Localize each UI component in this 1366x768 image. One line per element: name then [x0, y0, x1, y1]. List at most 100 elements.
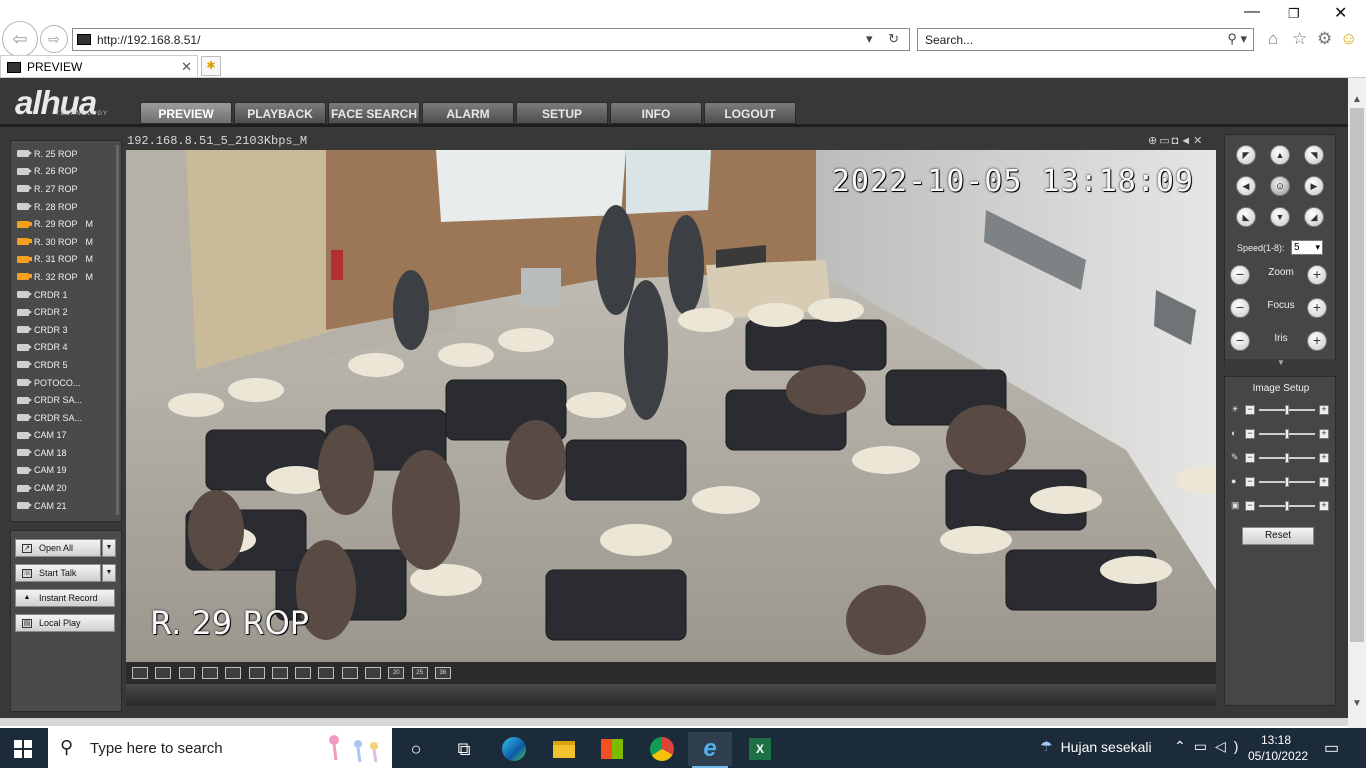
slider-track[interactable] — [1259, 405, 1315, 415]
increase-button[interactable]: + — [1319, 477, 1329, 487]
menu-logout[interactable]: LOGOUT — [704, 102, 796, 124]
zoom-in-icon[interactable]: ⊕ — [1148, 135, 1159, 147]
scroll-up-icon[interactable]: ▲ — [1352, 94, 1362, 105]
layout-16-button[interactable]: 16 — [365, 667, 381, 679]
cortana-icon[interactable]: ○ — [394, 732, 438, 766]
camera-item[interactable]: CRDR 3 — [11, 321, 121, 339]
camera-item[interactable]: POTOCO... — [11, 374, 121, 392]
decrease-button[interactable]: − — [1245, 501, 1255, 511]
camera-item[interactable]: R. 26 ROP — [11, 163, 121, 181]
layout-wide-button[interactable]: wide — [201, 667, 218, 679]
layout-8-button[interactable]: 8 — [295, 667, 312, 679]
chrome-icon[interactable] — [640, 732, 684, 766]
minimize-icon[interactable]: — — [1244, 3, 1260, 21]
notification-center-icon[interactable]: ▭ — [1324, 738, 1339, 758]
layout-1x1-button[interactable]: 1x1 — [132, 667, 148, 679]
open-all-button[interactable]: ↗ Open All — [15, 539, 101, 557]
forward-button[interactable]: ⇨ — [40, 25, 68, 53]
menu-face-search[interactable]: FACE SEARCH — [328, 102, 420, 124]
camera-item[interactable]: R. 30 ROP M — [11, 233, 121, 251]
decrease-button[interactable]: − — [1245, 477, 1255, 487]
open-all-dropdown[interactable]: ▼ — [102, 539, 116, 557]
ptz-down-right-button[interactable]: ◢ — [1304, 207, 1324, 227]
slider-track[interactable] — [1259, 453, 1315, 463]
live-video-window[interactable]: 2022-10-05 13:18:09 R. 29 ROP — [126, 150, 1216, 662]
restore-icon[interactable]: ❐ — [1288, 6, 1300, 22]
increase-button[interactable]: + — [1319, 501, 1329, 511]
layout-2x2-button[interactable]: 2x2 — [155, 667, 172, 679]
scroll-down-icon[interactable]: ▼ — [1352, 698, 1362, 709]
increase-button[interactable]: + — [1319, 453, 1329, 463]
favorites-star-icon[interactable]: ☆ — [1292, 29, 1307, 49]
camera-item[interactable]: CAM 18 — [11, 444, 121, 462]
zoom-in-button[interactable]: + — [1307, 265, 1327, 285]
camera-list-scrollbar[interactable] — [116, 145, 119, 515]
menu-playback[interactable]: PLAYBACK — [234, 102, 326, 124]
menu-preview[interactable]: PREVIEW — [140, 102, 232, 124]
browser-tab[interactable]: PREVIEW ✕ — [0, 55, 198, 78]
increase-button[interactable]: + — [1319, 429, 1329, 439]
slider-knob[interactable] — [1285, 477, 1289, 487]
iris-close-button[interactable]: − — [1230, 331, 1250, 351]
record-icon[interactable]: ◘ — [1172, 135, 1181, 147]
camera-item[interactable]: R. 28 ROP — [11, 198, 121, 216]
taskbar-search-box[interactable]: ⚲ Type here to search — [48, 728, 392, 768]
menu-info[interactable]: INFO — [610, 102, 702, 124]
slider-knob[interactable] — [1285, 405, 1289, 415]
excel-icon[interactable]: X — [738, 732, 782, 766]
camera-item[interactable]: R. 25 ROP — [11, 145, 121, 163]
decrease-button[interactable]: − — [1245, 453, 1255, 463]
network-icon[interactable]: ▭ — [1194, 738, 1215, 754]
camera-item[interactable]: R. 32 ROP M — [11, 268, 121, 286]
taskbar-clock[interactable]: 13:18 05/10/2022 — [1248, 732, 1308, 764]
scrollbar-thumb[interactable] — [1350, 108, 1364, 642]
internet-explorer-icon[interactable]: e — [688, 732, 732, 768]
slider-track[interactable] — [1259, 501, 1315, 511]
layout-36-button[interactable]: 36 — [434, 667, 451, 679]
camera-item[interactable]: CRDR 4 — [11, 339, 121, 357]
close-window-icon[interactable]: ✕ — [1334, 3, 1347, 23]
ptz-up-right-button[interactable]: ◥ — [1304, 145, 1324, 165]
camera-item[interactable]: CAM 17 — [11, 427, 121, 445]
reset-button[interactable]: Reset — [1242, 527, 1314, 545]
refresh-icon[interactable]: ▾ ↻ — [866, 31, 905, 47]
camera-item[interactable]: R. 27 ROP — [11, 180, 121, 198]
close-video-icon[interactable]: ✕ — [1193, 135, 1204, 147]
zoom-out-button[interactable]: − — [1230, 265, 1250, 285]
slider-knob[interactable] — [1285, 501, 1289, 511]
camera-item[interactable]: CAM 20 — [11, 479, 121, 497]
file-explorer-icon[interactable] — [542, 732, 586, 766]
browser-search-field[interactable]: Search... ⚲ ▾ — [917, 28, 1254, 51]
iris-open-button[interactable]: + — [1307, 331, 1327, 351]
focus-near-button[interactable]: − — [1230, 298, 1250, 318]
layout-6-button[interactable]: 6 — [271, 667, 288, 679]
ptz-collapse-toggle[interactable]: ▼ — [1225, 359, 1337, 367]
volume-icon[interactable]: ◁) — [1215, 738, 1246, 754]
task-view-icon[interactable]: ⧉ — [442, 732, 486, 766]
layout-1-button[interactable]: 1 — [225, 667, 242, 679]
layout-25-button[interactable]: 25 — [411, 667, 428, 679]
instant-record-button[interactable]: ▲ Instant Record — [15, 589, 115, 607]
address-bar[interactable]: http://192.168.8.51/ ▾ ↻ — [72, 28, 910, 51]
local-play-button[interactable]: ▤ Local Play — [15, 614, 115, 632]
camera-item[interactable]: R. 29 ROP M — [11, 215, 121, 233]
start-talk-dropdown[interactable]: ▼ — [102, 564, 116, 582]
ptz-left-button[interactable]: ◀ — [1236, 176, 1256, 196]
home-icon[interactable]: ⌂ — [1268, 29, 1278, 49]
windows-start-icon[interactable] — [14, 740, 32, 758]
camera-item[interactable]: R. 31 ROP M — [11, 251, 121, 269]
start-talk-button[interactable]: ☏ Start Talk — [15, 564, 101, 582]
search-icon[interactable]: ⚲ ▾ — [1227, 31, 1247, 47]
layout-20-button[interactable]: 20 — [388, 667, 405, 679]
slider-track[interactable] — [1259, 477, 1315, 487]
ptz-down-left-button[interactable]: ◣ — [1236, 207, 1256, 227]
edge-icon[interactable] — [492, 732, 536, 766]
layout-4-button[interactable]: 4 — [248, 667, 265, 679]
decrease-button[interactable]: − — [1245, 405, 1255, 415]
ptz-up-left-button[interactable]: ◤ — [1236, 145, 1256, 165]
snapshot-icon[interactable]: ▭ — [1159, 135, 1171, 147]
camera-item[interactable]: CRDR 5 — [11, 356, 121, 374]
speed-select[interactable]: 5 — [1291, 240, 1323, 255]
feedback-smiley-icon[interactable]: ☺ — [1340, 29, 1357, 49]
camera-item[interactable]: CRDR 1 — [11, 286, 121, 304]
